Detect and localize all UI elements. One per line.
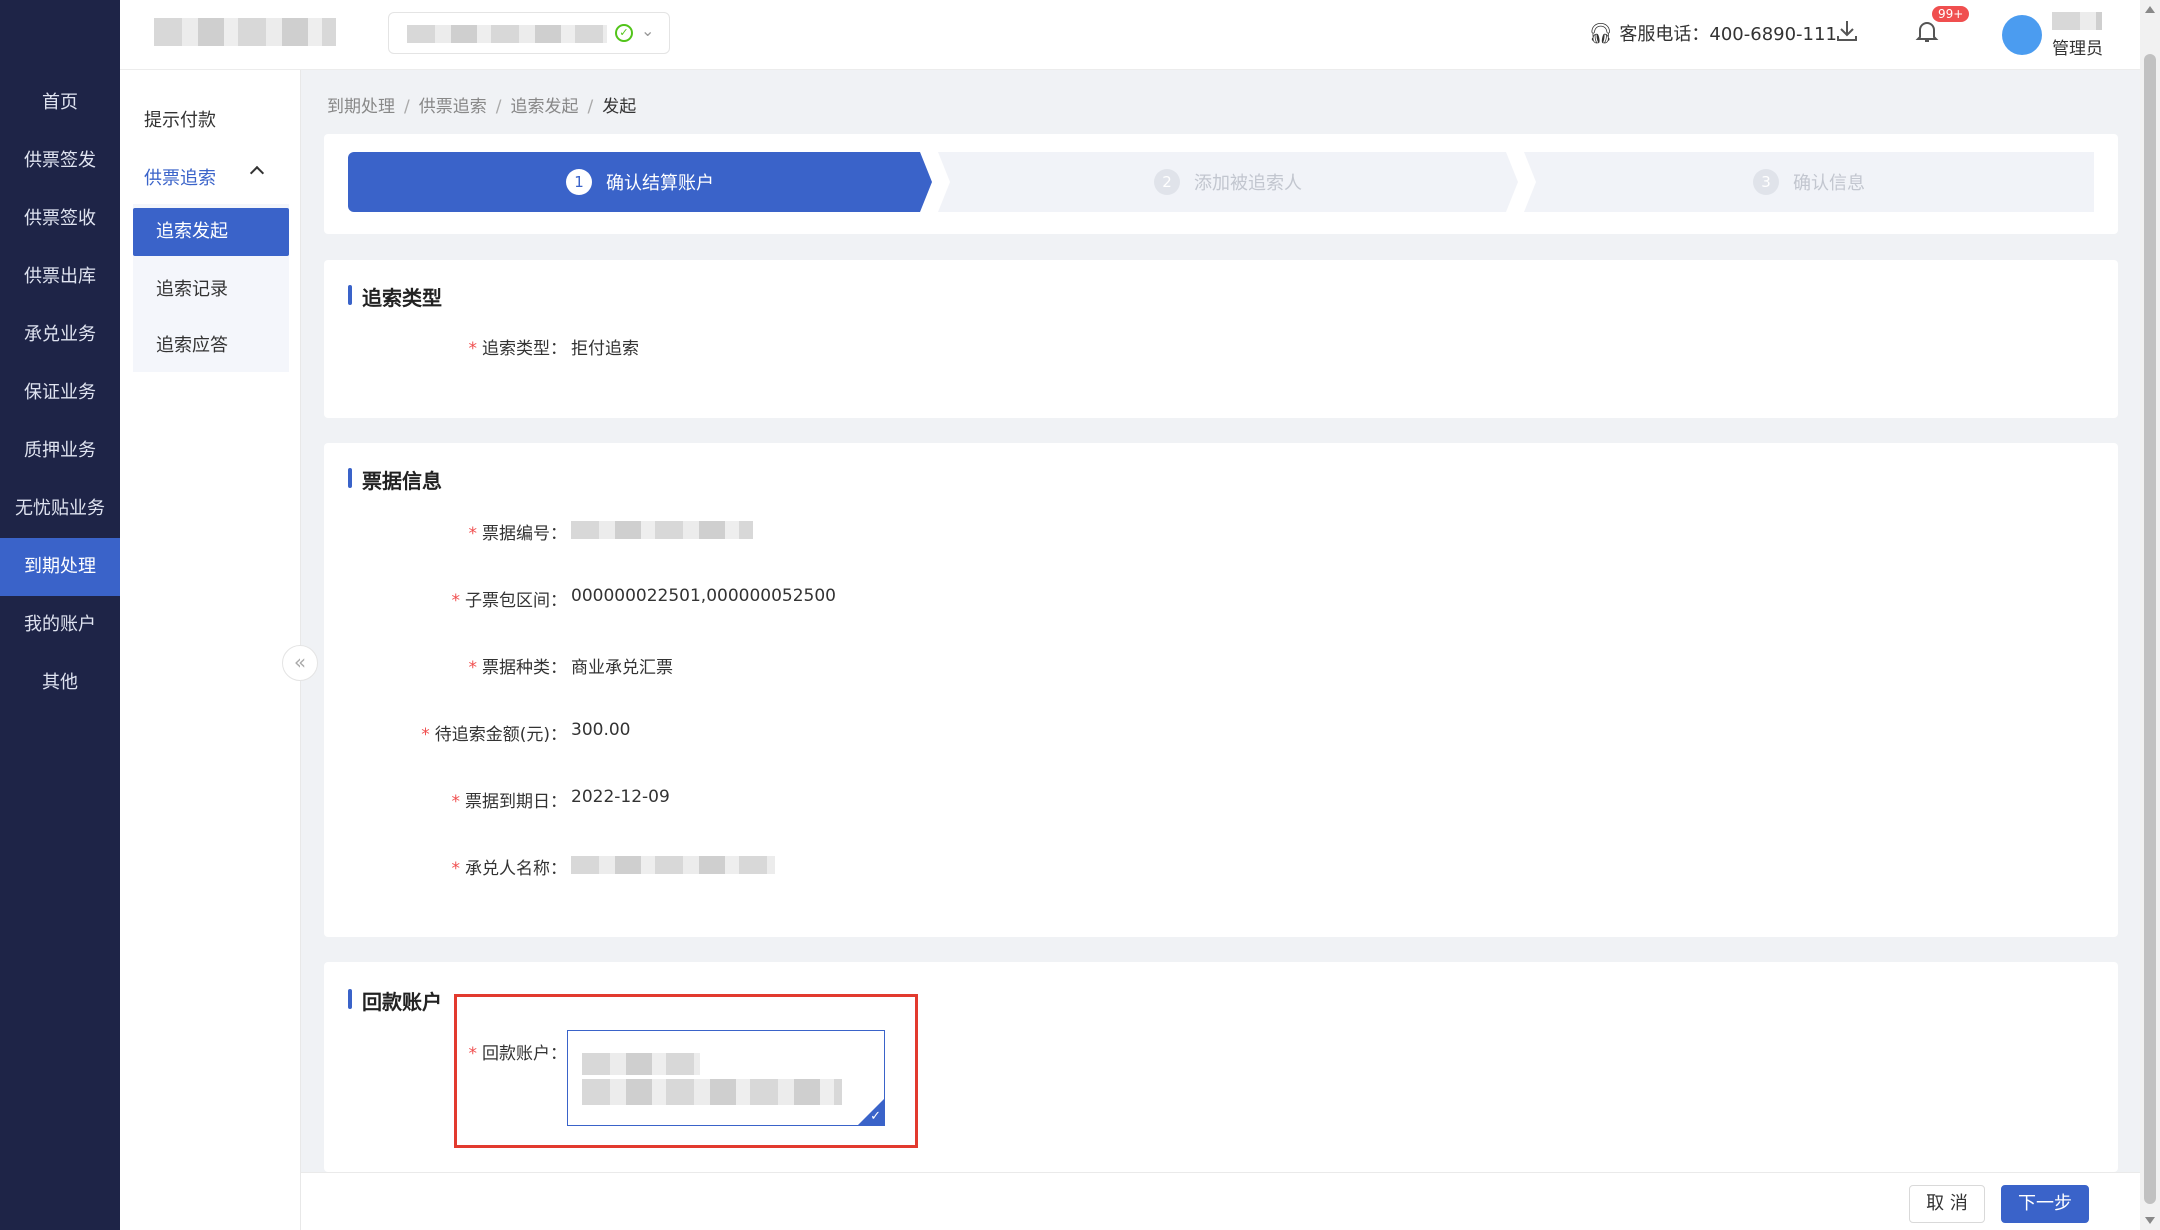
field-value: 2022-12-09 <box>571 787 670 807</box>
nav-item-issue[interactable]: 供票签发 <box>0 132 120 190</box>
subnav-pay-prompt[interactable]: 提示付款 <box>144 106 216 132</box>
nav-item-discount[interactable]: 无忧贴业务 <box>0 480 120 538</box>
download-icon[interactable] <box>1832 18 1862 48</box>
breadcrumb: 到期处理 / 供票追索 / 追索发起 / 发起 <box>327 97 637 117</box>
check-icon: ✓ <box>870 1109 881 1124</box>
brand-logo <box>154 18 336 46</box>
top-header: ✓ ⌄ 🎧︎ 客服电话：400-6890-111 99+ 管理员 <box>120 0 2140 70</box>
subnav-item-initiate[interactable]: 追索发起 <box>133 208 289 256</box>
subnav-item-records[interactable]: 追索记录 <box>133 266 289 314</box>
field-label: 子票包区间： <box>465 591 567 611</box>
refund-account-option[interactable]: ✓ <box>567 1030 885 1126</box>
step-number: 1 <box>566 169 592 195</box>
field-value: 000000022501,000000052500 <box>571 586 836 606</box>
step-confirm-account: 1 确认结算账户 <box>348 152 932 212</box>
field-acceptor-name: * 承兑人名称： <box>324 854 775 879</box>
headset-icon: 🎧︎ <box>1588 21 1614 45</box>
action-footer: 取 消 下一步 <box>301 1172 2140 1230</box>
breadcrumb-current: 发起 <box>602 97 637 117</box>
org-name-redacted <box>407 25 607 43</box>
field-value: 300.00 <box>571 720 631 740</box>
nav-item-other[interactable]: 其他 <box>0 654 120 712</box>
notification-badge: 99+ <box>1932 6 1970 22</box>
field-recourse-amount: * 待追索金额(元)： 300.00 <box>421 720 631 745</box>
section-title: 回款账户 <box>348 986 442 1015</box>
field-recourse-type: * 追索类型： 拒付追索 <box>324 334 640 359</box>
field-label: 承兑人名称： <box>465 859 567 879</box>
field-label: 票据到期日： <box>465 792 567 812</box>
org-selector[interactable]: ✓ ⌄ <box>388 12 670 54</box>
field-value: 商业承兑汇票 <box>571 658 673 678</box>
step-label: 确认信息 <box>1793 173 1865 194</box>
account-number-redacted <box>582 1079 842 1105</box>
main-sidebar: 首页 供票签发 供票签收 供票出库 承兑业务 保证业务 质押业务 无忧贴业务 到… <box>0 0 120 1230</box>
field-bill-number: * 票据编号： <box>324 519 753 544</box>
step-label: 确认结算账户 <box>606 173 714 194</box>
step-add-recourse-target: 2 添加被追索人 <box>938 152 1518 212</box>
page-scrollbar[interactable] <box>2140 0 2160 1230</box>
nav-item-guarantee[interactable]: 保证业务 <box>0 364 120 422</box>
avatar[interactable] <box>2002 15 2042 55</box>
section-title: 追索类型 <box>348 282 442 311</box>
account-name-redacted <box>582 1053 700 1075</box>
nav-item-maturity[interactable]: 到期处理 <box>0 538 120 596</box>
step-number: 2 <box>1154 169 1180 195</box>
nav-item-account[interactable]: 我的账户 <box>0 596 120 654</box>
service-phone-label: 客服电话：400-6890-111 <box>1619 24 1837 45</box>
bill-info-card: 票据信息 * 票据编号： * 子票包区间： 000000022501,0000000… <box>324 443 2118 937</box>
section-title: 票据信息 <box>348 465 442 494</box>
step-confirm-info: 3 确认信息 <box>1524 152 2094 212</box>
collapse-sidebar-icon[interactable]: « <box>282 645 318 681</box>
breadcrumb-item[interactable]: 供票追索 <box>419 97 487 117</box>
step-label: 添加被追索人 <box>1194 173 1302 194</box>
nav-item-home[interactable]: 首页 <box>0 74 120 132</box>
chevron-down-icon: ⌄ <box>641 21 655 40</box>
field-due-date: * 票据到期日： 2022-12-09 <box>451 787 670 812</box>
field-label: 票据种类： <box>482 658 567 678</box>
step-number: 3 <box>1753 169 1779 195</box>
breadcrumb-item[interactable]: 到期处理 <box>327 97 395 117</box>
nav-item-acceptance[interactable]: 承兑业务 <box>0 306 120 364</box>
subnav-recourse[interactable]: 供票追索 <box>144 164 216 190</box>
next-button[interactable]: 下一步 <box>2001 1185 2089 1223</box>
scroll-up-icon[interactable] <box>2145 6 2155 13</box>
chevron-up-icon[interactable] <box>249 165 265 181</box>
field-sub-range: * 子票包区间： 000000022501,000000052500 <box>451 586 837 611</box>
acceptor-name-redacted <box>571 856 775 874</box>
username-redacted <box>2052 12 2102 30</box>
user-role: 管理员 <box>2052 39 2103 59</box>
field-label: 票据编号： <box>482 524 567 544</box>
nav-item-pledge[interactable]: 质押业务 <box>0 422 120 480</box>
steps-card: 1 确认结算账户 2 添加被追索人 3 确认信息 <box>324 134 2118 234</box>
cancel-button[interactable]: 取 消 <box>1909 1185 1985 1223</box>
bill-number-redacted <box>571 521 753 539</box>
field-label: 待追索金额(元)： <box>434 725 567 745</box>
service-phone: 🎧︎ 客服电话：400-6890-111 <box>1588 20 1837 46</box>
bell-icon[interactable] <box>1912 18 1942 48</box>
sub-sidebar: 提示付款 供票追索 追索发起 追索记录 追索应答 <box>120 70 301 1230</box>
field-bill-type: * 票据种类： 商业承兑汇票 <box>324 653 674 678</box>
nav-item-receive[interactable]: 供票签收 <box>0 190 120 248</box>
field-value: 拒付追索 <box>571 339 639 359</box>
breadcrumb-item[interactable]: 追索发起 <box>510 97 578 117</box>
recourse-type-card: 追索类型 * 追索类型： 拒付追索 <box>324 260 2118 418</box>
scrollbar-thumb[interactable] <box>2144 54 2156 1204</box>
field-label: 追索类型： <box>482 339 567 359</box>
check-circle-icon: ✓ <box>615 24 633 42</box>
subnav-item-response[interactable]: 追索应答 <box>133 322 289 370</box>
scroll-down-icon[interactable] <box>2145 1217 2155 1224</box>
nav-item-outbound[interactable]: 供票出库 <box>0 248 120 306</box>
